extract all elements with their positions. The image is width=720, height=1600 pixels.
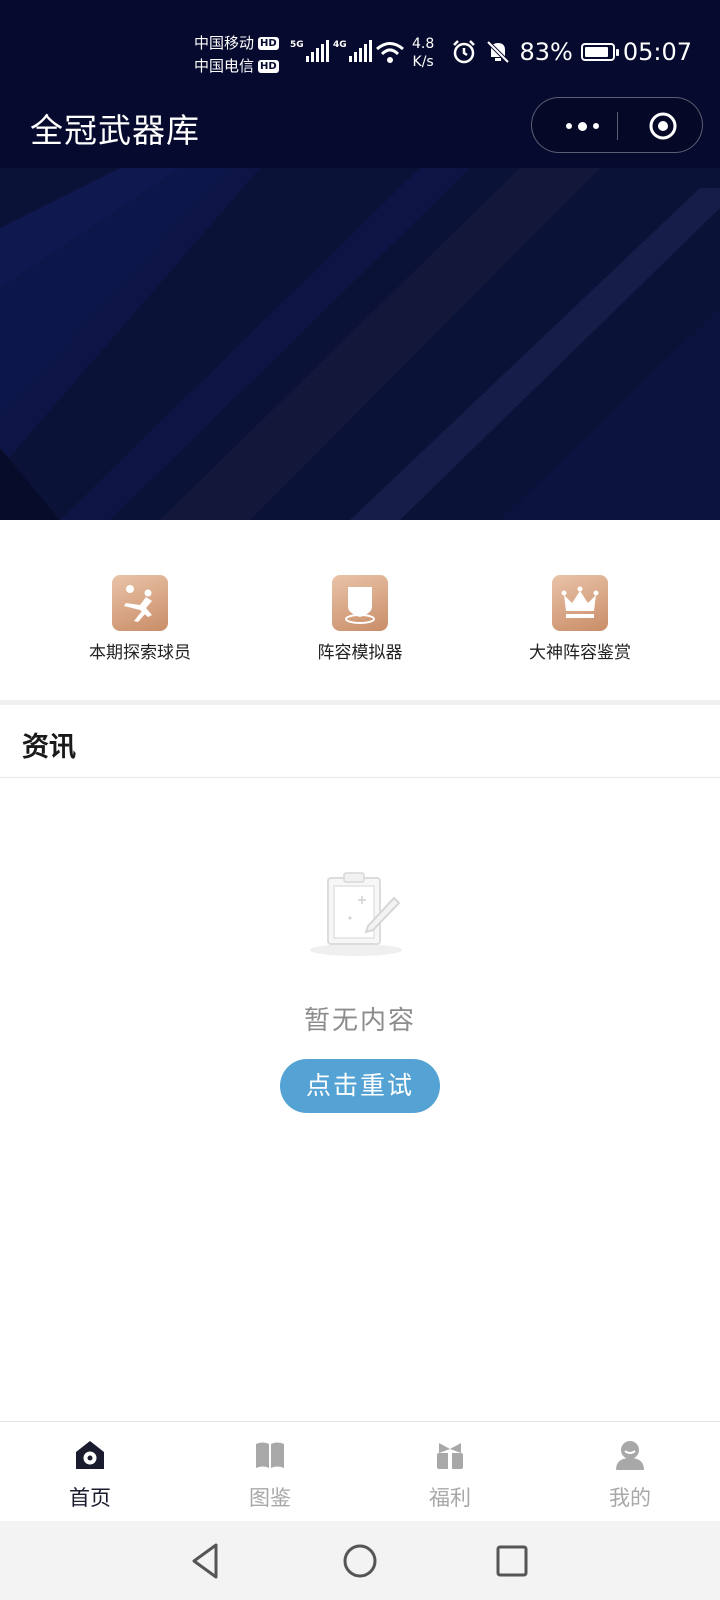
back-triangle-icon[interactable] [186, 1541, 226, 1581]
hd-badge: HD [258, 60, 279, 73]
home-ball-icon [76, 1441, 104, 1469]
close-target-icon[interactable] [647, 110, 679, 142]
carrier-2-name: 中国电信 [194, 57, 255, 75]
tab-mine[interactable]: 我的 [540, 1438, 720, 1512]
entry-label: 大神阵容鉴赏 [529, 643, 631, 663]
clock-time: 05:07 [622, 38, 692, 66]
news-title: 资讯 [22, 732, 76, 763]
more-dots-icon[interactable] [552, 98, 612, 154]
signal-5g-icon: 5G [290, 40, 331, 62]
status-right-group: 83% 05:07 [451, 38, 692, 66]
tab-label: 我的 [609, 1486, 651, 1510]
wifi-icon [376, 42, 404, 63]
status-bar: 中国移动 HD 中国电信 HD 5G 4G 4.8 K/s 83% 05:07 [0, 0, 720, 90]
empty-state: 暂无内容 点击重试 [0, 870, 720, 1113]
top-header: 中国移动 HD 中国电信 HD 5G 4G 4.8 K/s 83% 05:07 … [0, 0, 720, 168]
mute-bell-icon [487, 40, 510, 64]
banner[interactable] [0, 168, 720, 520]
battery-percent: 83% [519, 38, 573, 66]
gift-icon [437, 1443, 463, 1469]
crown-icon [552, 575, 608, 631]
alarm-icon [453, 40, 476, 64]
capsule-divider [617, 112, 618, 140]
title-bar: 全冠武器库 [0, 94, 720, 158]
bottom-tab-bar: 首页 图鉴 福利 我的 [0, 1421, 720, 1521]
book-icon [256, 1442, 284, 1468]
quick-entry-grid: 本期探索球员 阵容模拟器 大神阵容鉴赏 [0, 520, 720, 700]
profile-icon [616, 1441, 644, 1470]
entry-master-lineups[interactable]: 大神阵容鉴赏 [470, 575, 690, 663]
tab-home[interactable]: 首页 [0, 1438, 180, 1512]
tab-label: 首页 [69, 1486, 111, 1510]
banner-graphic [0, 168, 720, 520]
battery-icon [580, 43, 619, 61]
news-header: 资讯 [0, 705, 720, 778]
retry-button[interactable]: 点击重试 [280, 1059, 440, 1113]
entry-label: 阵容模拟器 [317, 643, 403, 663]
home-circle-icon[interactable] [340, 1541, 380, 1581]
tab-catalog[interactable]: 图鉴 [180, 1438, 360, 1512]
miniprogram-capsule [531, 97, 703, 153]
system-navigation-bar [0, 1521, 720, 1600]
app-title: 全冠武器库 [30, 111, 200, 150]
empty-clipboard-icon [310, 872, 402, 956]
carrier-1-name: 中国移动 [194, 34, 255, 52]
entry-label: 本期探索球员 [89, 643, 191, 663]
shield-formation-icon [332, 575, 388, 631]
hd-badge: HD [258, 37, 279, 50]
recents-square-icon[interactable] [492, 1541, 532, 1581]
tab-label: 图鉴 [249, 1486, 291, 1510]
signal-4g-icon: 4G [333, 40, 374, 62]
entry-explore-players[interactable]: 本期探索球员 [30, 575, 250, 663]
empty-message: 暂无内容 [303, 1006, 416, 1036]
carrier-info: 中国移动 HD 中国电信 HD [194, 32, 279, 78]
tab-label: 福利 [429, 1486, 471, 1510]
kicking-player-icon [112, 575, 168, 631]
tab-welfare[interactable]: 福利 [360, 1438, 540, 1512]
entry-lineup-simulator[interactable]: 阵容模拟器 [250, 575, 470, 663]
network-speed: 4.8 K/s [412, 36, 435, 70]
